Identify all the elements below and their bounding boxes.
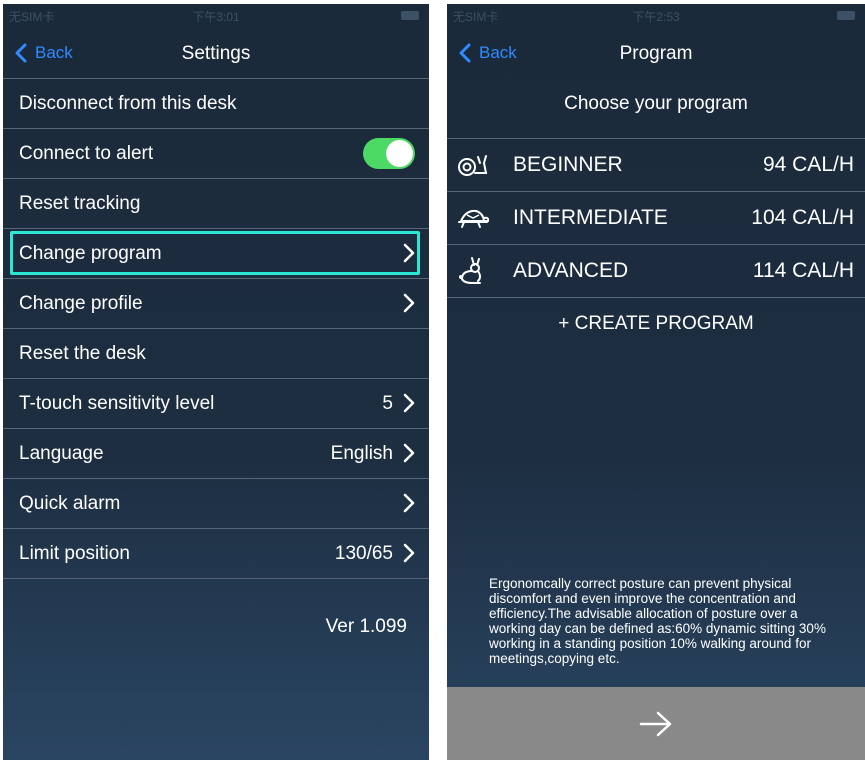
program-name: INTERMEDIATE <box>513 206 668 229</box>
battery-icon <box>401 11 419 20</box>
posture-note: Ergonomcally correct posture can prevent… <box>489 576 826 666</box>
next-button[interactable] <box>447 687 865 760</box>
snail-icon <box>458 155 488 176</box>
chevron-right-icon <box>403 443 415 463</box>
chevron-right-icon <box>403 293 415 313</box>
row-label: Disconnect from this desk <box>19 92 237 114</box>
row-reset-desk[interactable]: Reset the desk <box>3 329 429 379</box>
row-label: Reset tracking <box>19 192 141 214</box>
turtle-icon <box>458 209 490 228</box>
program-screen: 无SIM卡 下午2:53 Back Program Choose your pr… <box>447 4 865 760</box>
chevron-right-icon <box>403 543 415 563</box>
program-name: ADVANCED <box>513 259 629 282</box>
row-touch-sensitivity[interactable]: T-touch sensitivity level 5 <box>3 379 429 429</box>
row-connect-alert: Connect to alert <box>3 129 429 179</box>
rabbit-icon <box>459 257 481 284</box>
row-label: Quick alarm <box>19 492 121 514</box>
arrow-right-icon <box>639 711 672 736</box>
page-title: Program <box>619 43 693 64</box>
row-reset-tracking[interactable]: Reset tracking <box>3 179 429 229</box>
status-bar: 无SIM卡 下午2:53 <box>447 4 865 30</box>
row-change-program[interactable]: Change program <box>3 229 429 279</box>
row-label: Change profile <box>19 292 143 314</box>
choose-program-heading: Choose your program <box>447 78 865 139</box>
nav-bar: Back Program <box>447 30 865 78</box>
sensitivity-value: 5 <box>382 392 393 414</box>
toggle-knob <box>386 140 413 167</box>
row-change-profile[interactable]: Change profile <box>3 279 429 329</box>
program-item-intermediate[interactable]: INTERMEDIATE 104 CAL/H <box>447 192 865 245</box>
row-label: T-touch sensitivity level <box>19 392 215 414</box>
status-time: 下午3:01 <box>192 10 240 24</box>
chevron-right-icon <box>403 393 415 413</box>
program-name: BEGINNER <box>513 153 623 176</box>
language-value: English <box>330 442 393 464</box>
settings-screen: 无SIM卡 下午3:01 Back Settings Disconnect fr… <box>3 4 429 760</box>
create-program-button[interactable]: + CREATE PROGRAM <box>447 313 865 335</box>
battery-icon <box>837 11 855 20</box>
row-label: Reset the desk <box>19 342 146 364</box>
row-label: Language <box>19 442 104 464</box>
program-calories: 104 CAL/H <box>751 206 854 229</box>
program-item-advanced[interactable]: ADVANCED 114 CAL/H <box>447 245 865 298</box>
row-language[interactable]: Language English <box>3 429 429 479</box>
row-disconnect[interactable]: Disconnect from this desk <box>3 79 429 129</box>
row-limit-position[interactable]: Limit position 130/65 <box>3 529 429 579</box>
program-item-beginner[interactable]: BEGINNER 94 CAL/H <box>447 139 865 192</box>
row-quick-alarm[interactable]: Quick alarm <box>3 479 429 529</box>
alert-toggle[interactable] <box>363 138 415 169</box>
program-calories: 114 CAL/H <box>752 259 854 282</box>
program-calories: 94 CAL/H <box>762 153 854 176</box>
chevron-right-icon <box>403 493 415 513</box>
version-label: Ver 1.099 <box>325 616 407 637</box>
row-label: Limit position <box>19 542 130 564</box>
page-title: Settings <box>181 43 251 64</box>
row-label: Connect to alert <box>19 142 154 164</box>
nav-bar: Back Settings <box>3 30 429 79</box>
row-label: Change program <box>19 242 162 264</box>
chevron-right-icon <box>403 243 415 263</box>
status-bar: 无SIM卡 下午3:01 <box>3 4 429 30</box>
status-time: 下午2:53 <box>632 10 680 24</box>
limit-position-value: 130/65 <box>334 542 393 564</box>
